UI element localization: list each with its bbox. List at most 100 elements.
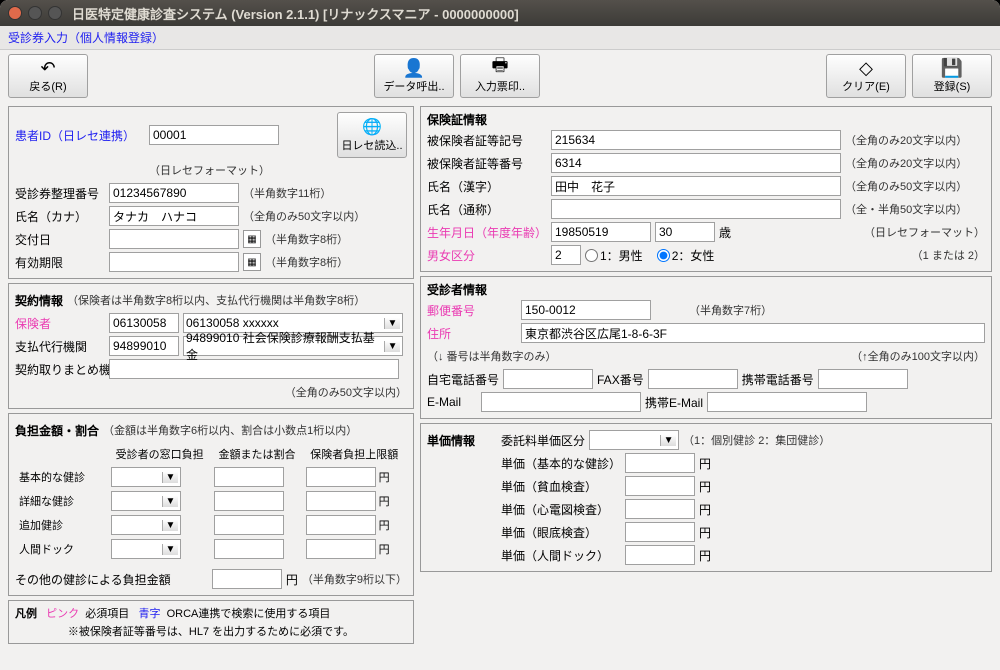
window-minimize-button[interactable] bbox=[28, 6, 42, 20]
legend-panel: 凡例 ピンク 必須項目 青字 ORCA連携で検索に使用する項目 ※被保険者証等番… bbox=[8, 600, 414, 644]
back-button[interactable]: ↶ 戻る(R) bbox=[8, 54, 88, 98]
other-burden-input[interactable] bbox=[212, 569, 282, 589]
legend-blue: 青字 bbox=[138, 608, 160, 620]
insurance-panel: 保険証情報 被保険者証等記号 （全角のみ20文字以内） 被保険者証等番号 （全角… bbox=[420, 106, 992, 272]
age-input[interactable] bbox=[655, 222, 715, 242]
orca-load-button[interactable]: 🌐 日レセ読込.. bbox=[337, 112, 407, 158]
agency-input[interactable] bbox=[109, 336, 179, 356]
dock-amount-input[interactable] bbox=[214, 539, 284, 559]
burden-title: 負担金額・割合 bbox=[15, 422, 99, 439]
unit-type-select[interactable]: ▼ bbox=[589, 430, 679, 450]
legend-blue-text: ORCA連携で検索に使用する項目 bbox=[167, 608, 331, 620]
sex-female-radio[interactable]: 2：女性 bbox=[657, 247, 715, 264]
ticket-input[interactable] bbox=[109, 183, 239, 203]
print-label: 入力票印.. bbox=[475, 78, 525, 94]
address-label: 住所 bbox=[427, 325, 517, 342]
name-kana-input[interactable] bbox=[109, 206, 239, 226]
dock-window-select[interactable]: ▼ bbox=[111, 539, 181, 559]
add-limit-input[interactable] bbox=[306, 515, 376, 535]
back-button-label: 戻る(R) bbox=[29, 78, 66, 94]
legend-pink-text: 必須項目 bbox=[85, 608, 129, 620]
detail-limit-input[interactable] bbox=[306, 491, 376, 511]
detail-window-select[interactable]: ▼ bbox=[111, 491, 181, 511]
agency-label: 支払代行機関 bbox=[15, 338, 105, 355]
contract-title: 契約情報 bbox=[15, 292, 63, 309]
kana-note: （全角のみ50文字以内） bbox=[243, 208, 365, 224]
print-button[interactable]: 🖶 入力票印.. bbox=[460, 54, 540, 98]
cert-symbol-input[interactable] bbox=[551, 130, 841, 150]
printer-icon: 🖶 bbox=[492, 58, 509, 78]
expire-date-input[interactable] bbox=[109, 252, 239, 272]
chevron-down-icon: ▼ bbox=[384, 318, 400, 329]
patient-id-input[interactable] bbox=[149, 125, 279, 145]
window-title: 日医特定健康診査システム (Version 2.1.1) [リナックスマニア -… bbox=[72, 4, 519, 23]
mobile-tel-input[interactable] bbox=[818, 369, 908, 389]
clear-button[interactable]: ◇ クリア(E) bbox=[826, 54, 906, 98]
price-dock-input[interactable] bbox=[625, 545, 695, 565]
addr-sub-note: （↓ 番号は半角数字のみ） bbox=[427, 348, 557, 364]
other-burden-note: （半角数字9桁以下） bbox=[302, 571, 407, 587]
basic-limit-input[interactable] bbox=[306, 467, 376, 487]
window-close-button[interactable] bbox=[8, 6, 22, 20]
mobile-email-label: 携帯E-Mail bbox=[645, 394, 703, 411]
patient-id-panel: 患者ID（日レセ連携） 🌐 日レセ読込.. （日レセフォーマット） 受診券整理番… bbox=[8, 106, 414, 279]
expire-calendar-button[interactable]: ▦ bbox=[243, 253, 261, 271]
email-label: E-Mail bbox=[427, 395, 477, 409]
dock-limit-input[interactable] bbox=[306, 539, 376, 559]
data-load-label: データ呼出.. bbox=[383, 78, 444, 94]
unit-type-note: （1：個別健診 2：集団健診） bbox=[683, 432, 830, 448]
price-fundus-input[interactable] bbox=[625, 522, 695, 542]
add-amount-input[interactable] bbox=[214, 515, 284, 535]
price-basic-label: 単価（基本的な健診） bbox=[501, 455, 621, 472]
burden-row-add: 追加健診 bbox=[17, 514, 107, 536]
birth-input[interactable] bbox=[551, 222, 651, 242]
address-input[interactable] bbox=[521, 323, 985, 343]
unit-price-panel: 単価情報 委託料単価区分 ▼ （1：個別健診 2：集団健診） 単価（基本的な健診… bbox=[420, 423, 992, 572]
home-tel-label: 自宅電話番号 bbox=[427, 371, 499, 388]
name-kanji-input[interactable] bbox=[551, 176, 841, 196]
basic-amount-input[interactable] bbox=[214, 467, 284, 487]
home-tel-input[interactable] bbox=[503, 369, 593, 389]
email-input[interactable] bbox=[481, 392, 641, 412]
contract-note: （保険者は半角数字8桁以内、支払代行機関は半角数字8桁） bbox=[67, 292, 365, 308]
unit-type-label: 委託料単価区分 bbox=[501, 432, 585, 449]
register-label: 登録(S) bbox=[934, 78, 971, 94]
price-ecg-input[interactable] bbox=[625, 499, 695, 519]
fax-input[interactable] bbox=[648, 369, 738, 389]
cert-symbol-note: （全角のみ20文字以内） bbox=[845, 132, 967, 148]
zip-input[interactable] bbox=[521, 300, 651, 320]
basic-window-select[interactable]: ▼ bbox=[111, 467, 181, 487]
back-arrow-icon: ↶ bbox=[40, 58, 55, 78]
chevron-down-icon: ▼ bbox=[384, 341, 400, 352]
price-anemia-label: 単価（貧血検査） bbox=[501, 478, 621, 495]
name-alias-input[interactable] bbox=[551, 199, 841, 219]
issue-calendar-button[interactable]: ▦ bbox=[243, 230, 261, 248]
sex-input[interactable] bbox=[551, 245, 581, 265]
expire-note: （半角数字8桁） bbox=[265, 254, 348, 270]
other-burden-label: その他の健診による負担金額 bbox=[15, 571, 171, 588]
detail-amount-input[interactable] bbox=[214, 491, 284, 511]
burden-row-detail: 詳細な健診 bbox=[17, 490, 107, 512]
mobile-email-input[interactable] bbox=[707, 392, 867, 412]
window-maximize-button[interactable] bbox=[48, 6, 62, 20]
add-window-select[interactable]: ▼ bbox=[111, 515, 181, 535]
name-kana-label: 氏名（カナ） bbox=[15, 208, 105, 225]
price-anemia-input[interactable] bbox=[625, 476, 695, 496]
titlebar: 日医特定健康診査システム (Version 2.1.1) [リナックスマニア -… bbox=[0, 0, 1000, 26]
price-basic-input[interactable] bbox=[625, 453, 695, 473]
format-note: （日レセフォーマット） bbox=[149, 162, 270, 178]
cert-number-note: （全角のみ20文字以内） bbox=[845, 155, 967, 171]
sex-male-radio[interactable]: 1：男性 bbox=[585, 247, 643, 264]
issue-date-input[interactable] bbox=[109, 229, 239, 249]
insurer-input[interactable] bbox=[109, 313, 179, 333]
burden-panel: 負担金額・割合 （金額は半角数字6桁以内、割合は小数点1桁以内） 受診者の窓口負… bbox=[8, 413, 414, 596]
register-button[interactable]: 💾 登録(S) bbox=[912, 54, 992, 98]
cert-number-input[interactable] bbox=[551, 153, 841, 173]
data-load-button[interactable]: 👤 データ呼出.. bbox=[374, 54, 454, 98]
page-subtitle: 受診券入力（個人情報登録） bbox=[0, 26, 1000, 50]
insurer-select-value: 06130058 xxxxxx bbox=[186, 316, 279, 330]
patient-id-label: 患者ID（日レセ連携） bbox=[15, 127, 145, 144]
agency-select[interactable]: 94899010 社会保険診療報酬支払基金 ▼ bbox=[183, 336, 403, 356]
alias-note: （全・半角50文字以内） bbox=[845, 201, 967, 217]
burden-header-amount: 金額または割合 bbox=[212, 444, 301, 464]
